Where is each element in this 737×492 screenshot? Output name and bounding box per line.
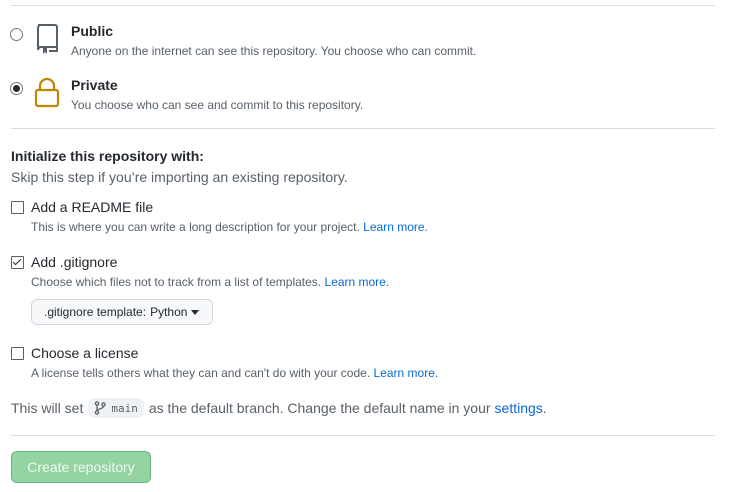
visibility-divider bbox=[11, 128, 715, 129]
branch-prefix: This will set bbox=[11, 400, 84, 416]
lock-icon bbox=[33, 77, 61, 109]
repo-icon bbox=[33, 22, 61, 54]
private-radio[interactable] bbox=[10, 82, 23, 95]
public-description: Anyone on the internet can see this repo… bbox=[71, 44, 477, 58]
private-label[interactable]: Private bbox=[71, 77, 118, 93]
license-checkbox[interactable] bbox=[11, 347, 24, 360]
gitignore-checkbox[interactable] bbox=[11, 256, 24, 269]
gitignore-label[interactable]: Add .gitignore bbox=[31, 254, 117, 270]
branch-suffix: as the default branch. Change the defaul… bbox=[148, 400, 491, 416]
branch-name: main bbox=[111, 401, 138, 415]
license-description: A license tells others what they can and… bbox=[31, 366, 438, 380]
caret-down-icon bbox=[191, 309, 200, 315]
license-learn-more-link[interactable]: Learn more. bbox=[374, 366, 439, 380]
git-branch-icon bbox=[95, 401, 107, 415]
readme-learn-more-link[interactable]: Learn more. bbox=[363, 220, 428, 234]
create-repository-button[interactable]: Create repository bbox=[11, 451, 151, 483]
license-label[interactable]: Choose a license bbox=[31, 345, 138, 361]
init-title: Initialize this repository with: bbox=[11, 148, 204, 164]
settings-link[interactable]: settings bbox=[495, 400, 543, 416]
top-divider bbox=[11, 5, 715, 6]
license-description-text: A license tells others what they can and… bbox=[31, 366, 371, 380]
private-description: You choose who can see and commit to thi… bbox=[71, 98, 364, 112]
readme-description-text: This is where you can write a long descr… bbox=[31, 220, 360, 234]
gitignore-template-select[interactable]: .gitignore template: Python bbox=[31, 299, 213, 325]
gitignore-description: Choose which files not to track from a l… bbox=[31, 275, 389, 289]
gitignore-description-text: Choose which files not to track from a l… bbox=[31, 275, 322, 289]
bottom-divider bbox=[11, 435, 715, 436]
gitignore-learn-more-link[interactable]: Learn more. bbox=[324, 275, 389, 289]
readme-checkbox[interactable] bbox=[11, 201, 24, 214]
public-radio[interactable] bbox=[10, 28, 23, 41]
default-branch-note: This will set main as the default branch… bbox=[11, 398, 547, 418]
readme-label[interactable]: Add a README file bbox=[31, 199, 153, 215]
branch-name-chip: main bbox=[88, 398, 144, 418]
gitignore-template-value: Python bbox=[150, 305, 188, 319]
init-description: Skip this step if you’re importing an ex… bbox=[11, 169, 348, 185]
branch-end: . bbox=[542, 400, 547, 416]
gitignore-template-prefix: .gitignore template: bbox=[44, 305, 147, 319]
readme-description: This is where you can write a long descr… bbox=[31, 220, 428, 234]
public-label[interactable]: Public bbox=[71, 23, 113, 39]
